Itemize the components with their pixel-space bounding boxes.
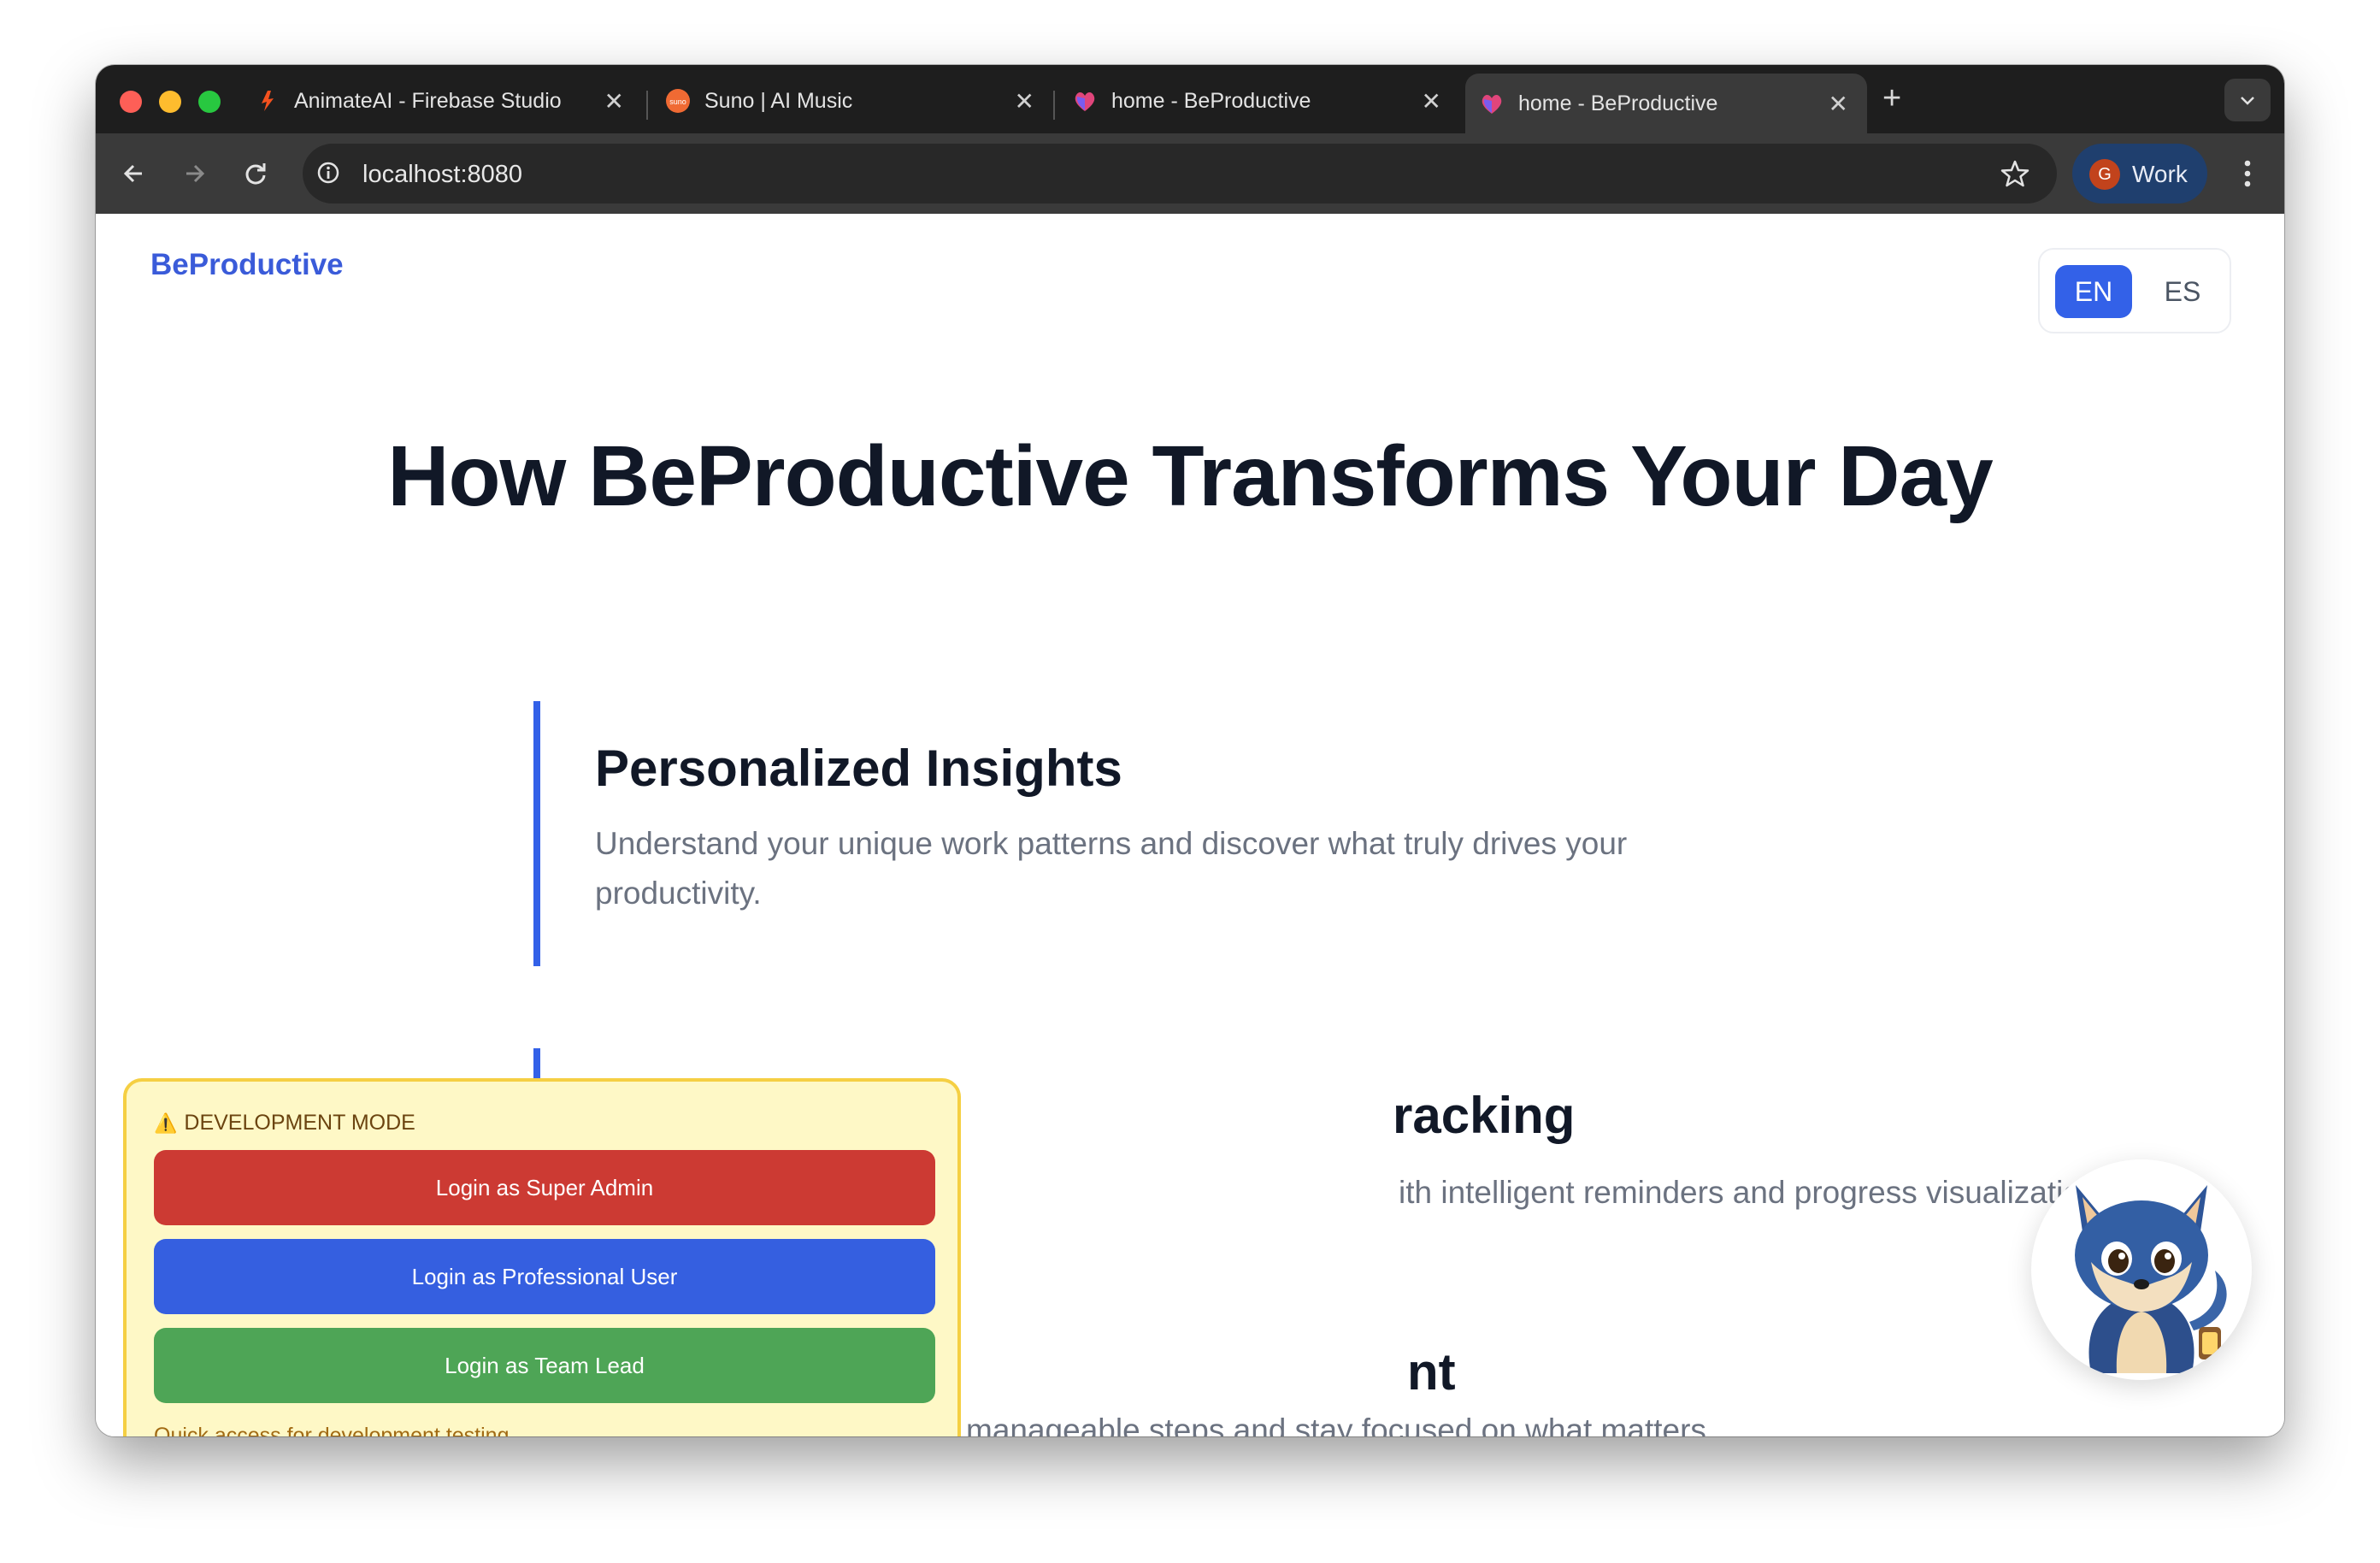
page-viewport: BeProductive EN ES How BeProductive Tran… <box>96 214 2284 1436</box>
lang-es-button[interactable]: ES <box>2144 265 2221 318</box>
close-tab-icon[interactable]: ✕ <box>1015 87 1034 115</box>
dev-mode-heading: ⚠️ DEVELOPMENT MODE <box>154 1111 415 1135</box>
login-super-admin-button[interactable]: Login as Super Admin <box>154 1150 935 1225</box>
reload-icon[interactable] <box>236 154 275 193</box>
tab-beproductive[interactable]: home - BeProductive ✕ <box>1058 75 1460 127</box>
dev-mode-footnote: Quick access for development testing <box>154 1424 510 1436</box>
fox-mascot-button[interactable] <box>2031 1159 2252 1380</box>
tab-animateai[interactable]: AnimateAI - Firebase Studio ✕ <box>241 75 643 127</box>
login-professional-user-button[interactable]: Login as Professional User <box>154 1239 935 1314</box>
chevron-down-icon <box>2241 97 2254 105</box>
profile-label: Work <box>2132 161 2188 187</box>
address-bar[interactable]: localhost:8080 <box>303 144 2057 203</box>
feature-title: Personalized Insights <box>595 740 1122 797</box>
bookmark-star-icon[interactable] <box>1999 157 2031 190</box>
tab-search-button[interactable] <box>2224 79 2271 121</box>
browser-window: AnimateAI - Firebase Studio ✕ suno Suno … <box>96 65 2284 1436</box>
beproductive-icon <box>1482 95 1502 114</box>
dev-mode-heading-text: DEVELOPMENT MODE <box>184 1111 415 1135</box>
suno-icon: suno <box>666 89 690 113</box>
login-team-lead-button[interactable]: Login as Team Lead <box>154 1328 935 1403</box>
beproductive-icon <box>1075 92 1095 111</box>
tab-beproductive-active[interactable]: home - BeProductive ✕ <box>1465 74 1867 133</box>
feature-title: nt <box>1407 1343 1456 1401</box>
browser-toolbar: localhost:8080 G Work <box>96 133 2284 214</box>
tab-divider <box>1053 91 1055 120</box>
close-tab-icon[interactable]: ✕ <box>604 87 624 115</box>
zoom-window-button[interactable] <box>198 91 221 113</box>
lang-en-button[interactable]: EN <box>2055 265 2132 318</box>
tab-title: home - BeProductive <box>1111 88 1311 113</box>
tab-title: home - BeProductive <box>1518 91 1718 115</box>
warning-icon: ⚠️ <box>154 1112 178 1134</box>
new-tab-button[interactable]: + <box>1882 80 1901 117</box>
tab-title: AnimateAI - Firebase Studio <box>294 88 562 113</box>
url-text[interactable]: localhost:8080 <box>362 161 522 189</box>
tab-suno[interactable]: suno Suno | AI Music ✕ <box>651 75 1053 127</box>
feature-description: Understand your unique work patterns and… <box>595 826 1628 911</box>
page-title: How BeProductive Transforms Your Day <box>387 428 1993 524</box>
back-arrow-icon[interactable] <box>115 154 154 193</box>
tab-title: Suno | AI Music <box>704 88 853 113</box>
language-switcher: EN ES <box>2038 248 2231 333</box>
forward-arrow-icon[interactable] <box>174 154 214 193</box>
feature-accent-bar <box>533 701 540 966</box>
brand-logo[interactable]: BeProductive <box>150 248 344 282</box>
dev-mode-panel: ⚠️ DEVELOPMENT MODE Login as Super Admin… <box>123 1078 961 1436</box>
minimize-window-button[interactable] <box>159 91 181 113</box>
close-tab-icon[interactable]: ✕ <box>1829 90 1848 118</box>
avatar: G <box>2089 159 2120 190</box>
profile-button[interactable]: G Work <box>2072 144 2207 203</box>
feature-card: Personalized Insights Understand your un… <box>533 701 1901 966</box>
site-info-icon[interactable] <box>315 159 342 186</box>
firebase-studio-icon <box>262 91 274 111</box>
tab-divider <box>646 91 648 120</box>
more-menu-icon[interactable] <box>2233 154 2262 193</box>
tab-strip: AnimateAI - Firebase Studio ✕ suno Suno … <box>96 65 2284 133</box>
close-tab-icon[interactable]: ✕ <box>1422 87 1441 115</box>
close-window-button[interactable] <box>120 91 142 113</box>
fox-mascot-icon <box>2075 1185 2227 1373</box>
svg-text:suno: suno <box>669 97 686 106</box>
feature-title: racking <box>1393 1087 1576 1144</box>
